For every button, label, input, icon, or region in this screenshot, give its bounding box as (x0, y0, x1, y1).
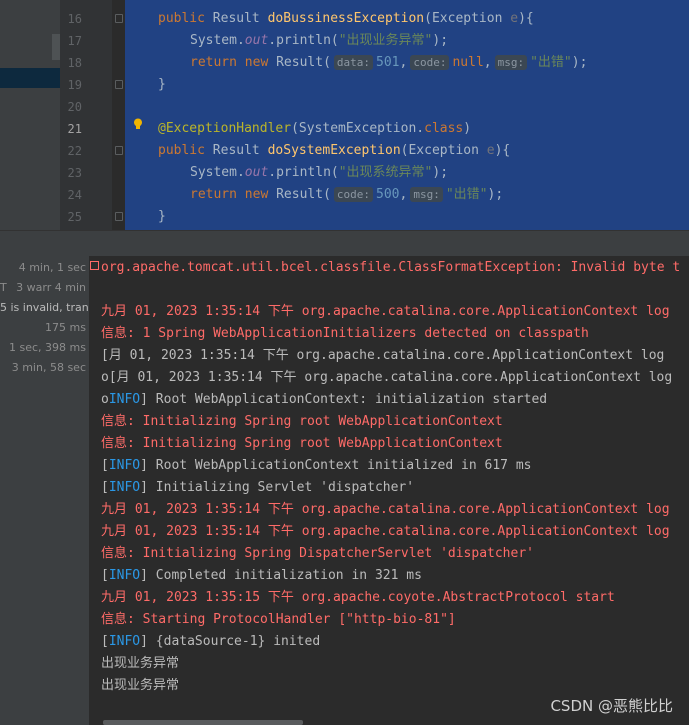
code-line: } (158, 77, 166, 92)
code-line: return new Result(data: 501, code: null, msg… (190, 55, 588, 70)
console-line: o[月 01, 2023 1:35:14 下午 org.apache.catal… (101, 370, 673, 385)
console-line: [INFO] {dataSource-1} inited (101, 634, 321, 649)
console-line: org.apache.tomcat.util.bcel.classfile.Cl… (101, 260, 681, 275)
line-number: 16 (67, 12, 82, 26)
project-panel-edge (0, 0, 60, 230)
param-hint: msg: (494, 55, 528, 70)
param-hint: code: (410, 55, 450, 70)
fold-marker-icon[interactable] (115, 80, 123, 89)
param-hint: msg: (410, 187, 443, 202)
code-line: System.out.println("出现业务异常"); (190, 33, 449, 48)
expand-icon[interactable] (90, 261, 99, 270)
console-line: 九月 01, 2023 1:35:14 下午 org.apache.catali… (101, 304, 670, 319)
tree-item-label[interactable]: T (0, 281, 7, 294)
selected-tree-item[interactable] (0, 68, 60, 88)
fold-marker-icon[interactable] (115, 146, 123, 155)
line-number: 17 (67, 34, 82, 48)
line-number: 22 (67, 144, 82, 158)
console-line: [月 01, 2023 1:35:14 下午 org.apache.catali… (101, 348, 665, 363)
console-line: 信息: Initializing Spring root WebApplicat… (101, 436, 503, 451)
console-line: 九月 01, 2023 1:35:14 下午 org.apache.catali… (101, 524, 670, 539)
console-line: [INFO] Root WebApplicationContext initia… (101, 458, 532, 473)
console-line: oINFO] Root WebApplicationContext: initi… (101, 392, 548, 407)
line-number: 20 (67, 100, 82, 114)
console-line: 九月 01, 2023 1:35:14 下午 org.apache.catali… (101, 502, 670, 517)
line-number: 18 (67, 56, 82, 70)
code-editor[interactable]: 16 17 18 19 20 21 22 23 24 25 public Res… (0, 0, 689, 230)
tree-item-time[interactable]: 4 min, 1 sec (19, 261, 86, 274)
fold-marker-icon[interactable] (115, 14, 123, 23)
tree-item-time[interactable]: 3 warr 4 min (16, 281, 86, 294)
line-number: 23 (67, 166, 82, 180)
panel-scrollbar[interactable] (52, 34, 60, 60)
code-line: public Result doBussinessException(Excep… (158, 11, 534, 26)
watermark: CSDN @恶熊比比 (550, 697, 673, 715)
param-hint: code: (333, 187, 374, 202)
code-line: public Result doSystemException(Exceptio… (158, 143, 511, 158)
tree-item-time[interactable]: 3 min, 58 sec (12, 361, 86, 374)
tree-item-time[interactable]: 175 ms (45, 321, 86, 334)
code-line: return new Result(code: 500, msg: "出错"); (190, 187, 504, 202)
fold-marker-icon[interactable] (115, 212, 123, 221)
tree-item-label[interactable]: 5 is invalid, trans (0, 301, 89, 314)
console-line: 出现业务异常 (101, 656, 180, 671)
code-line: @ExceptionHandler(SystemException.class) (158, 121, 472, 136)
code-line: } (158, 209, 166, 224)
lightbulb-icon[interactable] (133, 118, 143, 130)
line-number: 25 (67, 210, 82, 224)
param-hint: data: (333, 55, 374, 70)
console-line: 信息: Starting ProtocolHandler ["http-bio-… (101, 612, 456, 627)
tool-window-header[interactable] (0, 230, 689, 257)
run-services-tree[interactable]: 4 min, 1 sec T 3 warr 4 min 5 is invalid… (0, 256, 89, 725)
console-line: [INFO] Initializing Servlet 'dispatcher' (101, 480, 415, 495)
console-line: 信息: 1 Spring WebApplicationInitializers … (101, 326, 589, 341)
console-line: 信息: Initializing Spring root WebApplicat… (101, 414, 503, 429)
tree-item-time[interactable]: 1 sec, 398 ms (9, 341, 86, 354)
code-line: System.out.println("出现系统异常"); (190, 165, 449, 180)
console-line: 九月 01, 2023 1:35:15 下午 org.apache.coyote… (101, 590, 615, 605)
line-number: 19 (67, 78, 82, 92)
line-number: 24 (67, 188, 82, 202)
horizontal-scrollbar[interactable] (103, 720, 303, 725)
console-line: [INFO] Completed initialization in 321 m… (101, 568, 422, 583)
console-line: 出现业务异常 (101, 678, 180, 693)
console-output[interactable]: org.apache.tomcat.util.bcel.classfile.Cl… (89, 256, 689, 725)
console-line: 信息: Initializing Spring DispatcherServle… (101, 546, 534, 561)
line-number: 21 (67, 122, 82, 136)
